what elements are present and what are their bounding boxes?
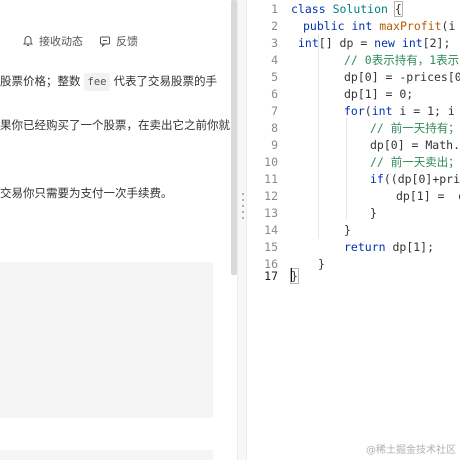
code-line-5: dp[0] = -prices[0] [344,70,460,84]
indent-guide [318,34,319,239]
code-token: [2]; [422,36,451,50]
code-line-2: public int maxProfit(i [303,18,455,34]
keyword-token: int [371,104,393,118]
feedback-label: 反馈 [116,35,138,48]
description-toolbar: 接收动态 反馈 [0,26,232,60]
line-number: 9 [271,138,278,152]
code-line-12: dp[1] = d [396,189,460,203]
keyword-token: new [374,36,395,50]
line-number: 2 [271,19,278,33]
description-line-2: 果你已经购买了一个股票，在卖出它之前你就 [0,118,230,132]
code-line-14: } [344,223,351,237]
matched-brace: { [393,1,403,17]
keyword-token: int [298,36,319,50]
line-number: 8 [271,121,278,135]
code-line-6: dp[1] = 0; [344,87,414,101]
code-line-9: dp[0] = Math.m [370,138,460,152]
code-token: ( [364,104,372,118]
class-name-token: Solution [332,2,388,16]
description-line-1: 股票价格；整数 fee 代表了交易股票的手 [0,72,217,91]
code-comment: // 前一天卖出；或 [370,155,460,169]
line-number: 14 [264,223,278,237]
pane-resize-handle[interactable] [237,0,247,460]
line-number: 3 [271,36,278,50]
code-token: [] dp = [318,36,375,50]
watermark: @稀土掘金技术社区 [366,445,456,456]
description-text: 股票价格；整数 [0,74,81,88]
matched-brace: } [290,268,299,284]
code-token: ((dp[0]+pric [383,172,460,186]
receive-updates-button[interactable]: 接收动态 [22,33,83,49]
code-comment: // 前一天持有；或 [370,121,460,135]
line-number-active: 17 [264,269,278,283]
line-number: 12 [264,189,278,203]
line-number-gutter: 1 2 3 4 5 6 7 8 9 10 11 12 13 14 15 16 1… [248,0,284,460]
line-number: 1 [271,2,278,16]
line-number: 15 [264,240,278,254]
code-editor[interactable]: 1 2 3 4 5 6 7 8 9 10 11 12 13 14 15 16 1… [248,0,460,460]
code-line-11: if((dp[0]+pric [370,171,460,187]
drag-handle-icon[interactable] [242,193,244,219]
code-token: (i [441,19,456,33]
line-number: 11 [264,172,278,186]
example-block-next [0,450,213,460]
description-text: 代表了交易股票的手 [113,74,217,88]
keyword-token: return [344,240,386,254]
code-line-3: int[] dp = new int[2]; [298,35,450,51]
code-token: dp[1]; [385,240,435,254]
keyword-token: public [303,19,345,33]
problem-description-pane: 接收动态 反馈 股票价格；整数 fee 代表了交易股票的手 果你已经购买了一个股票，… [0,0,232,460]
inline-code: fee [83,73,111,91]
keyword-token: class [291,2,326,16]
code-line-16: } [318,257,325,271]
keyword-token: if [370,172,384,186]
example-block [0,262,213,418]
code-comment: // 0表示持有，1表示卖 [344,53,460,67]
code-line-1: class Solution { [291,1,403,17]
keyword-token: for [344,104,365,118]
feedback-button[interactable]: 反馈 [99,33,138,49]
description-line-3: 交易你只需要为支付一次手续费。 [0,186,173,200]
line-number: 13 [264,206,278,220]
code-line-17: } [290,268,299,284]
code-token: i = 1; i < [399,104,455,118]
feedback-icon [99,35,111,48]
code-line-7: for(int i = 1; i < [344,103,460,119]
keyword-token: int [351,19,373,33]
function-name-token: maxProfit [379,19,442,33]
receive-updates-label: 接收动态 [39,35,83,48]
code-line-15: return dp[1]; [344,239,434,255]
line-number: 6 [271,87,278,101]
bell-icon [22,35,34,47]
line-number: 4 [271,53,278,67]
code-line-13: } [370,206,377,220]
text-cursor [291,268,292,282]
keyword-token: int [401,36,423,50]
indent-guide [346,118,347,220]
line-number: 5 [271,70,278,84]
line-number: 10 [264,155,278,169]
line-number: 7 [271,104,278,118]
